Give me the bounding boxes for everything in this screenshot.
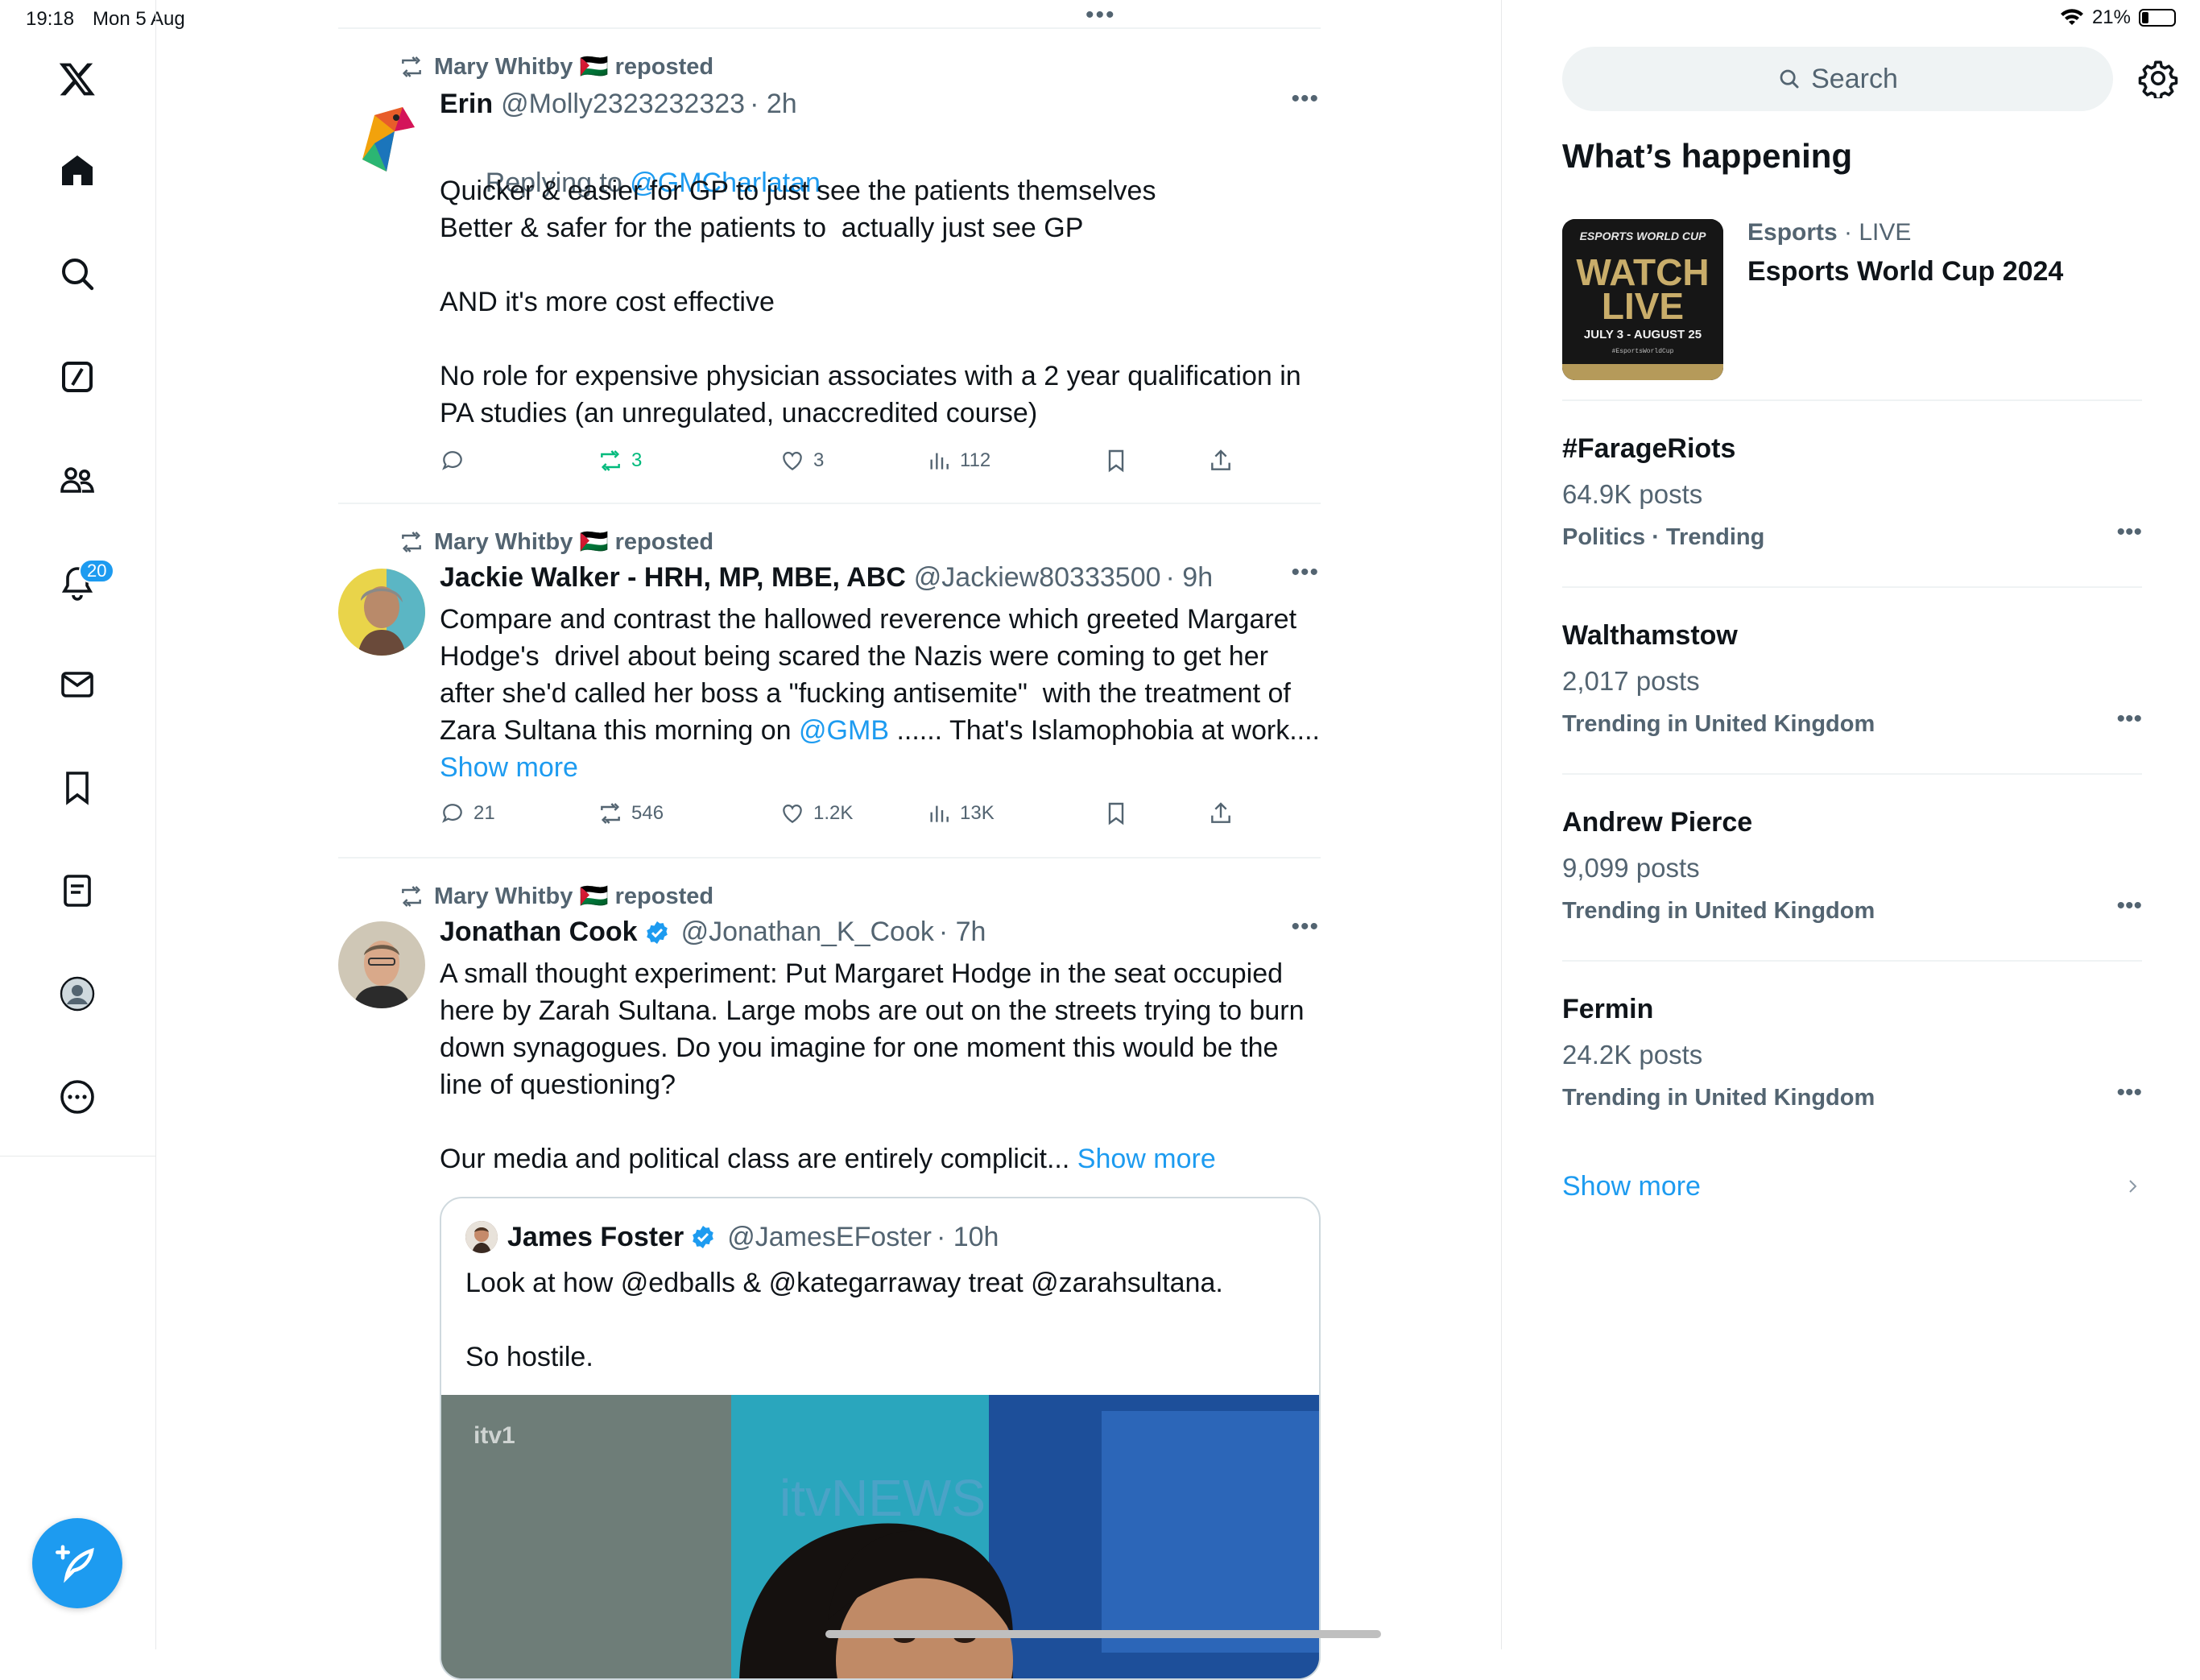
feed-border xyxy=(1501,0,1502,1649)
repost-indicator: Mary Whitby 🇵🇸 reposted xyxy=(399,883,713,910)
quoted-text: Look at how @edballs & @kategarraway tre… xyxy=(465,1268,1223,1372)
image-bg-text: itvNEWS xyxy=(780,1469,986,1527)
whats-happening-title: What’s happening xyxy=(1562,137,1853,175)
trend-divider xyxy=(1562,586,2142,588)
event-title: Esports World Cup 2024 xyxy=(1747,256,2064,287)
more-circle-icon[interactable] xyxy=(53,1073,101,1121)
quoted-tweet[interactable]: James Foster @JamesEFoster · 10h Look at… xyxy=(440,1197,1321,1680)
event-category: Esports xyxy=(1747,219,1838,246)
trend-posts: 9,099 posts xyxy=(1562,853,1700,883)
tweet-time[interactable]: · 7h xyxy=(939,917,986,948)
trend-posts: 24.2K posts xyxy=(1562,1040,1703,1070)
trend-item[interactable]: #FarageRiots 64.9K posts Politics · Tren… xyxy=(1562,433,2142,551)
trend-name: #FarageRiots xyxy=(1562,433,1736,464)
thumb-hashtag: #EsportsWorldCup xyxy=(1612,348,1674,355)
trend-context: Trending in United Kingdom xyxy=(1562,1085,1875,1111)
bookmarks-icon[interactable] xyxy=(53,763,101,812)
event-thumbnail[interactable]: ESPORTS WORLD CUP WATCH LIVE JULY 3 - AU… xyxy=(1562,219,1723,380)
tweet-text-part: A small thought experiment: Put Margaret… xyxy=(440,958,1305,1174)
explore-search-icon[interactable] xyxy=(53,250,101,298)
trend-item[interactable]: Walthamstow 2,017 posts Trending in Unit… xyxy=(1562,620,2142,738)
trend-posts: 2,017 posts xyxy=(1562,666,1700,696)
right-sidebar: Search What’s happening ESPORTS WORLD CU… xyxy=(1562,0,2200,1649)
trend-context: Trending in United Kingdom xyxy=(1562,898,1875,924)
trend-context: Politics · Trending xyxy=(1562,524,1765,550)
show-more-trends[interactable]: Show more xyxy=(1562,1166,2142,1206)
repost-label[interactable]: Mary Whitby 🇵🇸 reposted xyxy=(434,883,713,910)
messages-envelope-icon[interactable] xyxy=(53,660,101,709)
tweet-more-icon[interactable]: ••• xyxy=(1291,913,1319,941)
trend-more-icon[interactable]: ••• xyxy=(2116,892,2142,920)
compose-feather-icon xyxy=(56,1545,94,1583)
trend-more-icon[interactable]: ••• xyxy=(2116,706,2142,733)
trend-name: Andrew Pierce xyxy=(1562,807,1753,838)
quoted-time[interactable]: · 10h xyxy=(937,1222,999,1253)
trend-more-icon[interactable]: ••• xyxy=(2116,1079,2142,1107)
avatar[interactable] xyxy=(338,921,425,1008)
repost-icon xyxy=(402,886,421,907)
search-placeholder: Search xyxy=(1811,63,1898,94)
trend-item[interactable]: Andrew Pierce 9,099 posts Trending in Un… xyxy=(1562,807,2142,925)
thumb-dates: JULY 3 - AUGUST 25 xyxy=(1584,328,1702,341)
nav-border xyxy=(155,1157,156,1649)
grok-icon[interactable] xyxy=(53,353,101,401)
chevron-right-icon xyxy=(2129,1180,2137,1193)
timeline: ••• Mary Whitby 🇵🇸 reposted Erin @Molly2… xyxy=(338,0,1322,1680)
trend-divider xyxy=(1562,773,2142,775)
show-more-label: Show more xyxy=(1562,1170,1701,1202)
quoted-author-name[interactable]: James Foster xyxy=(507,1222,684,1253)
trend-divider xyxy=(1562,399,2142,401)
thumb-main-line2: LIVE xyxy=(1602,285,1684,327)
tweet-text: A small thought experiment: Put Margaret… xyxy=(440,955,1322,1177)
search-input[interactable]: Search xyxy=(1562,47,2113,111)
home-icon[interactable] xyxy=(53,147,101,195)
x-logo-icon[interactable] xyxy=(53,55,101,103)
lists-icon[interactable] xyxy=(53,867,101,915)
trend-posts: 64.9K posts xyxy=(1562,479,1703,509)
trend-divider xyxy=(1562,960,2142,962)
show-more-link[interactable]: Show more xyxy=(1077,1144,1216,1174)
author-handle[interactable]: @Jonathan_K_Cook xyxy=(681,917,934,948)
communities-icon[interactable] xyxy=(53,456,101,504)
home-indicator[interactable] xyxy=(825,1630,1381,1638)
search-icon xyxy=(1780,69,1799,89)
event-info[interactable]: Esports · LIVE Esports World Cup 2024 xyxy=(1747,219,2134,288)
author-name[interactable]: Jonathan Cook xyxy=(440,917,638,948)
compose-post-button[interactable] xyxy=(32,1518,122,1608)
event-status: · LIVE xyxy=(1844,219,1912,246)
left-nav: 20 xyxy=(0,0,156,1157)
quoted-avatar[interactable] xyxy=(465,1221,498,1253)
trend-item[interactable]: Fermin 24.2K posts Trending in United Ki… xyxy=(1562,994,2142,1111)
trend-name: Walthamstow xyxy=(1562,620,1738,651)
quoted-author-handle[interactable]: @JamesEFoster xyxy=(727,1222,932,1253)
notifications-badge: 20 xyxy=(79,559,115,583)
thumb-top-text: ESPORTS WORLD CUP xyxy=(1580,230,1707,242)
verified-badge-icon xyxy=(646,921,668,944)
trend-name: Fermin xyxy=(1562,994,1654,1024)
tweet[interactable]: Mary Whitby 🇵🇸 reposted Jonathan Cook @J… xyxy=(338,0,1322,1680)
profile-avatar-icon[interactable] xyxy=(53,970,101,1018)
image-channel-logo: itv1 xyxy=(473,1422,515,1449)
settings-gear-icon[interactable] xyxy=(2138,58,2178,98)
trend-more-icon[interactable]: ••• xyxy=(2116,519,2142,546)
trend-context: Trending in United Kingdom xyxy=(1562,711,1875,737)
verified-badge-icon xyxy=(693,1226,714,1248)
